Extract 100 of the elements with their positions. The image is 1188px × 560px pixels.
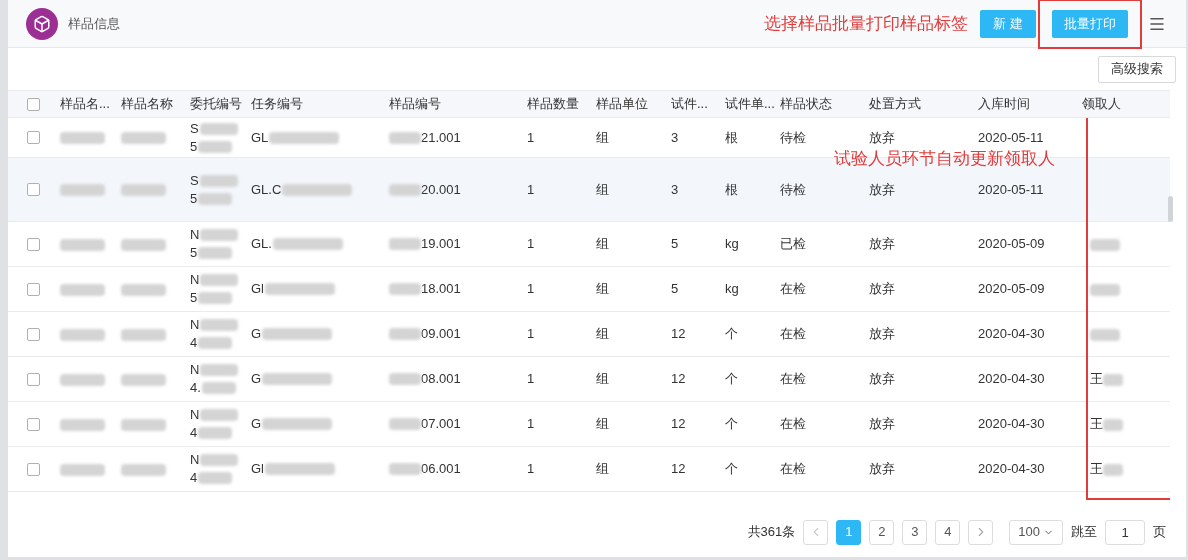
blurred-text <box>121 184 166 197</box>
table-cell-text: 2020-05-11 <box>978 128 1045 147</box>
blurred-text <box>60 418 105 431</box>
blurred-text <box>199 174 238 187</box>
table-cell-text: 1 <box>527 415 536 434</box>
table-cell-text: GL.C <box>251 180 282 199</box>
table-cell-text: 根 <box>725 128 739 147</box>
table-cell-text: 组 <box>596 235 610 254</box>
blurred-text <box>269 131 340 144</box>
checkbox[interactable] <box>27 462 40 476</box>
table-cell-text: 06.001 <box>421 460 461 479</box>
column-header: 样品状态 <box>780 95 833 114</box>
table-cell-text: 放弃 <box>869 415 896 434</box>
table-cell-text: 1 <box>527 370 536 389</box>
table-cell-text: 2020-04-30 <box>978 370 1046 389</box>
prev-page-button[interactable] <box>803 519 829 545</box>
table-cell-text: 在检 <box>780 370 807 389</box>
blurred-text <box>121 463 166 476</box>
table-cell: N <box>190 406 200 424</box>
blurred-text <box>1103 373 1123 386</box>
blurred-text <box>201 382 236 394</box>
blurred-text <box>272 238 343 250</box>
table-cell-text: 在检 <box>780 280 807 299</box>
table-cell: N <box>190 316 200 334</box>
checkbox[interactable] <box>27 282 40 296</box>
page-size-select[interactable]: 100 <box>1009 519 1063 545</box>
blurred-text <box>60 373 105 386</box>
blurred-text <box>198 292 233 304</box>
blurred-text <box>60 132 105 145</box>
blurred-text <box>121 328 166 341</box>
table-cell-text: 2020-05-11 <box>978 180 1045 199</box>
table-cell-text: GL. <box>251 235 272 254</box>
blurred-text <box>60 283 105 296</box>
checkbox[interactable] <box>27 417 40 431</box>
table-cell-text: 个 <box>725 325 739 344</box>
table-cell-text: 21.001 <box>421 128 461 147</box>
blurred-text <box>389 373 421 385</box>
table-cell-text: kg <box>725 235 740 254</box>
blurred-text <box>389 238 421 250</box>
page-button[interactable]: 3 <box>902 519 928 545</box>
table-cell: N <box>190 451 200 469</box>
table-cell-text: Gl <box>251 460 264 479</box>
checkbox[interactable] <box>27 327 40 341</box>
column-header: 样品单位 <box>596 95 649 114</box>
page-button[interactable]: 2 <box>869 519 895 545</box>
checkbox[interactable] <box>27 372 40 386</box>
blurred-text <box>60 463 105 476</box>
table-cell-text: GL <box>251 128 269 147</box>
table-cell-text: 个 <box>725 415 739 434</box>
blurred-text <box>121 418 166 431</box>
table-cell-text: 组 <box>596 370 610 389</box>
table-cell-text: 5 <box>671 235 680 254</box>
table-cell-text: 组 <box>596 280 610 299</box>
blurred-text <box>389 463 421 475</box>
table-cell-text: G <box>251 370 262 389</box>
blurred-text <box>60 184 105 197</box>
table-cell-text: 待检 <box>780 128 807 147</box>
blurred-text <box>389 418 421 430</box>
blurred-text <box>200 229 239 241</box>
table-cell-text: 1 <box>527 235 536 254</box>
table-cell: 5 <box>190 244 198 262</box>
table-cell: N <box>190 271 200 289</box>
blurred-text <box>282 183 353 196</box>
table-cell-text: 12 <box>671 370 687 389</box>
checkbox[interactable] <box>27 131 40 144</box>
table-cell-text: 组 <box>596 415 610 434</box>
column-header: 样品编号 <box>389 95 442 114</box>
blurred-text <box>198 427 233 439</box>
checkbox[interactable] <box>27 183 40 196</box>
total-count: 共361条 <box>747 523 796 542</box>
table-cell: N <box>190 361 200 379</box>
table-cell-text: 3 <box>671 180 680 199</box>
column-header: 试件单... <box>725 95 776 114</box>
blurred-text <box>200 409 239 421</box>
advanced-search-button[interactable]: 高级搜索 <box>1098 55 1176 83</box>
table-cell-text: 2020-05-09 <box>978 280 1046 299</box>
blurred-text <box>200 319 239 331</box>
blurred-text <box>198 192 233 205</box>
column-header: 任务编号 <box>251 95 304 114</box>
checkbox[interactable] <box>27 97 40 111</box>
next-page-button[interactable] <box>968 519 994 545</box>
blurred-text <box>121 238 166 251</box>
blurred-text <box>389 131 421 144</box>
table-cell: 4 <box>190 334 198 352</box>
table-cell: N <box>190 226 200 244</box>
blurred-text <box>198 337 233 349</box>
page-input[interactable]: 1 <box>1105 519 1145 545</box>
table-cell-text: 放弃 <box>869 180 896 199</box>
blurred-text <box>1090 328 1120 341</box>
table-cell-text: 王 <box>1090 460 1103 479</box>
table-cell-text: 08.001 <box>421 370 461 389</box>
table-cell-text: 在检 <box>780 460 807 479</box>
table-cell-text: 放弃 <box>869 235 896 254</box>
table-cell: S <box>190 171 199 190</box>
table-cell: S <box>190 119 199 138</box>
blurred-text <box>200 454 239 466</box>
table-cell-text: 在检 <box>780 325 807 344</box>
checkbox[interactable] <box>27 237 40 251</box>
page-button[interactable]: 4 <box>935 519 961 545</box>
scrollbar-thumb[interactable] <box>1168 196 1173 222</box>
